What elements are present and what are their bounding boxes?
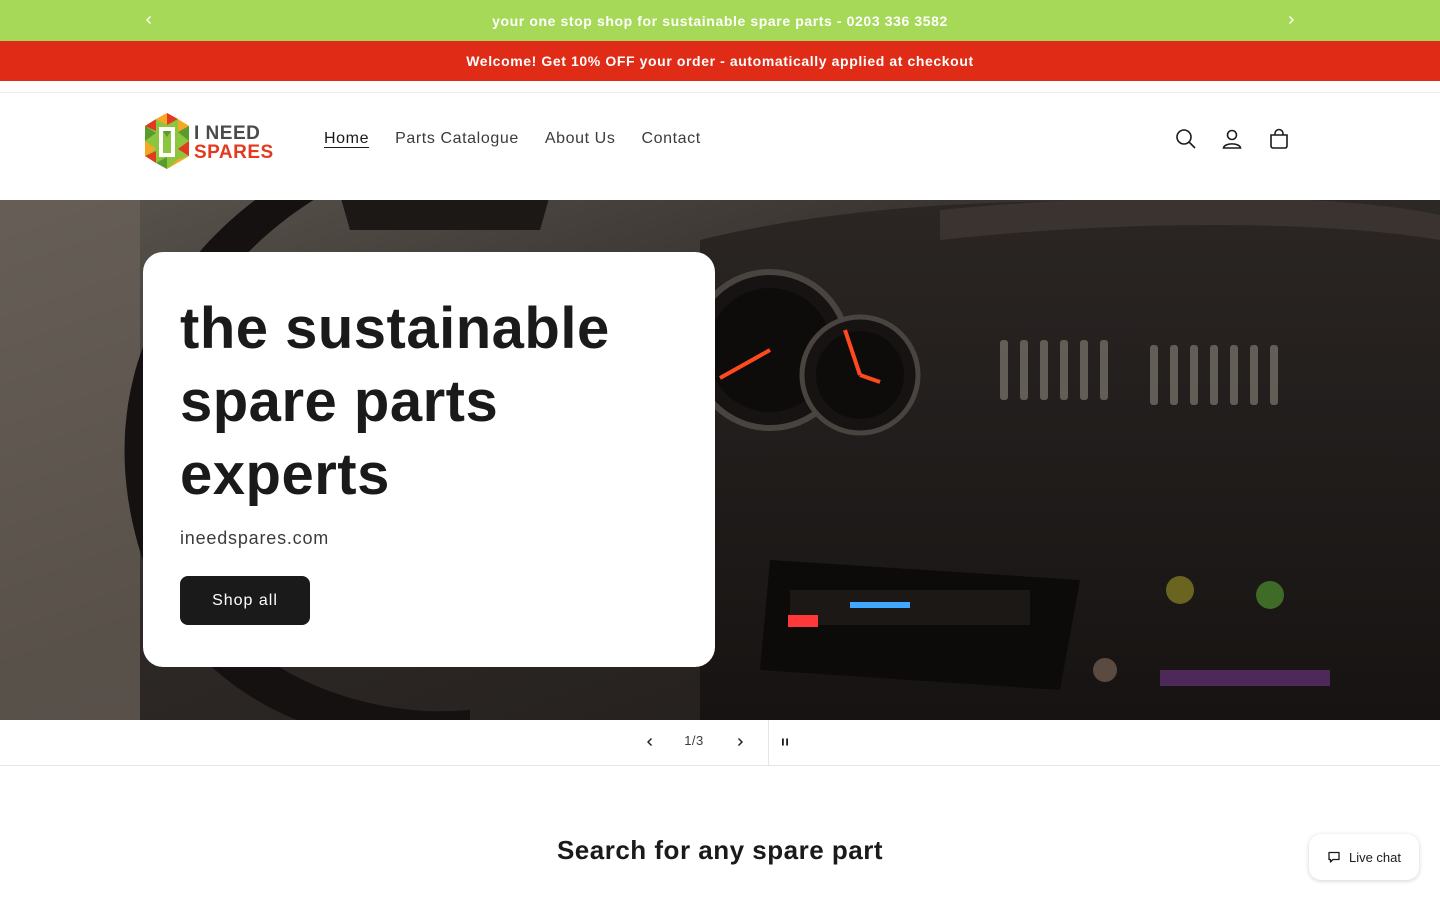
promo-bar: Welcome! Get 10% OFF your order - automa…	[0, 41, 1440, 81]
chevron-right-icon	[1289, 16, 1294, 24]
slider-divider	[768, 720, 769, 765]
search-section-title: Search for any spare part	[556, 835, 884, 865]
hero-title: the sustainable spare parts experts	[180, 296, 610, 507]
slide-counter: 1/3	[684, 733, 704, 748]
announcement-prev-button[interactable]	[139, 10, 159, 30]
pause-icon	[782, 738, 788, 746]
account-button[interactable]	[1219, 126, 1245, 152]
announcement-bar: your one stop shop for sustainable spare…	[0, 0, 1440, 41]
live-chat-button[interactable]: Live chat	[1309, 834, 1419, 880]
chevron-left-icon	[146, 16, 151, 24]
search-icon	[1176, 129, 1196, 149]
logo-mark-icon	[145, 113, 189, 169]
slider-controls: 1/3	[0, 720, 1440, 766]
nav-about-us[interactable]: About Us	[533, 127, 628, 151]
logo-wordmark: I NEED SPARES	[194, 124, 274, 162]
slide-next-button[interactable]	[727, 729, 753, 755]
main-nav: Home Parts Catalogue About Us Contact	[312, 127, 715, 151]
live-chat-label: Live chat	[1348, 849, 1402, 865]
slide-prev-button[interactable]	[637, 729, 663, 755]
announcement-next-button[interactable]	[1281, 10, 1301, 30]
hero-card: the sustainable spare parts experts inee…	[143, 252, 715, 667]
hero-subtitle: ineedspares.com	[180, 528, 330, 548]
account-icon	[1222, 129, 1242, 149]
shop-all-button[interactable]: Shop all	[180, 576, 310, 625]
cart-button[interactable]	[1266, 126, 1292, 152]
promo-text: Welcome! Get 10% OFF your order - automa…	[466, 53, 974, 69]
nav-contact[interactable]: Contact	[629, 127, 712, 151]
hero-slideshow: the sustainable spare parts experts inee…	[0, 200, 1440, 720]
site-header: I NEED SPARES Home Parts Catalogue About…	[0, 93, 1440, 200]
chevron-left-icon	[647, 738, 652, 746]
slide-pause-button[interactable]	[772, 729, 798, 755]
chat-bubble-icon	[1328, 851, 1340, 863]
logo-line-2: SPARES	[194, 142, 274, 163]
site-logo[interactable]: I NEED SPARES	[142, 111, 284, 173]
chevron-right-icon	[738, 738, 743, 746]
logo-line-1: I NEED	[194, 123, 261, 144]
nav-home[interactable]: Home	[312, 127, 381, 151]
nav-parts-catalogue[interactable]: Parts Catalogue	[383, 127, 531, 151]
search-button[interactable]	[1173, 126, 1199, 152]
announcement-text: your one stop shop for sustainable spare…	[492, 12, 948, 29]
cart-icon	[1270, 128, 1288, 149]
